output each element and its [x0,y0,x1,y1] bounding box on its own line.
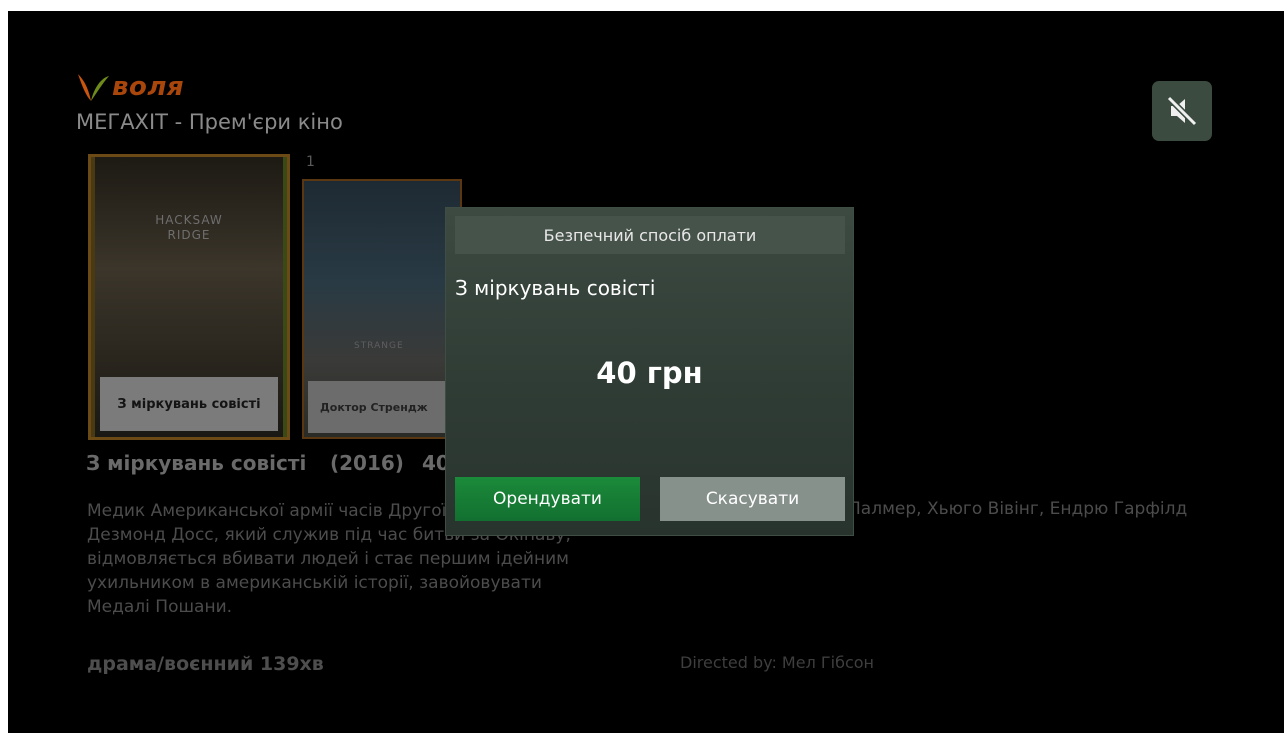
poster-art-line2: RIDGE [167,228,211,242]
cancel-button[interactable]: Скасувати [660,477,845,521]
poster-selected[interactable]: HACKSAW RIDGE З міркувань совісті [88,154,290,440]
brand-logo: воля [76,71,184,103]
dialog-price: 40 грн [596,356,703,390]
mute-button[interactable] [1152,81,1212,141]
poster-caption: Доктор Стрендж [308,381,460,433]
movie-year: (2016) [330,451,404,475]
poster-item[interactable]: STRANGE Доктор Стрендж [302,179,462,439]
poster-caption: З міркувань совісті [100,377,278,431]
poster-index: 1 [306,154,315,170]
tv-screen: воля МЕГАХІТ - Прем'єри кіно HACKSAW RID… [8,11,1284,733]
poster-art-line1: HACKSAW [155,213,223,227]
speaker-mute-icon [1166,95,1198,127]
movie-cast: Палмер, Хьюго Вівінг, Ендрю Гарфілд [848,499,1188,519]
poster-art-title: STRANGE [354,341,404,351]
dialog-movie-title: З міркувань совісті [455,276,656,300]
payment-dialog: Безпечний спосіб оплати З міркувань сові… [446,208,853,535]
poster-art-title: HACKSAW RIDGE [91,213,287,243]
dialog-header: Безпечний спосіб оплати [455,216,845,254]
rent-button[interactable]: Орендувати [455,477,640,521]
brand-name: воля [112,72,185,102]
movie-title: З міркувань совісті [86,451,307,475]
logo-mark-icon [78,74,109,101]
category-title: МЕГАХІТ - Прем'єри кіно [76,110,343,134]
movie-genre: драма/воєнний 139хв [87,653,324,675]
movie-director: Directed by: Мел Гібсон [680,653,875,672]
